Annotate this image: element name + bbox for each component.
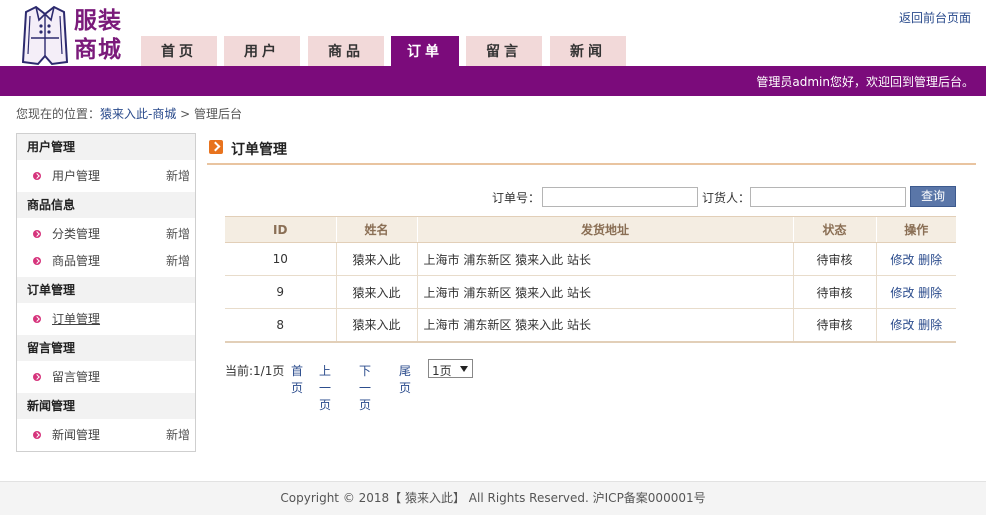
pager-current: 当前:1/1页 (225, 364, 285, 378)
sidebar-group-products: 商品信息 (17, 192, 195, 218)
search-form: 订单号： 订货人： 查询 (207, 185, 976, 209)
bullet-arrow-icon (33, 172, 41, 180)
sidebar-add-news-link[interactable]: 新增 (166, 422, 190, 448)
copyright-text: Copyright © 2018【 猿来入此】 All Rights Reser… (280, 491, 706, 505)
bullet-arrow-icon (33, 315, 41, 323)
cell-actions: 修改 删除 (875, 242, 956, 276)
edit-link[interactable]: 修改 (890, 318, 914, 332)
logo-text-line-2: 商城 (74, 36, 122, 63)
edit-link[interactable]: 修改 (890, 286, 914, 300)
order-no-input[interactable] (542, 187, 698, 207)
nav-tab-news[interactable]: 新闻 (550, 36, 626, 66)
column-header-actions: 操作 (875, 216, 956, 243)
coat-icon (22, 5, 68, 66)
pager-next-link[interactable]: 下一页 (359, 362, 371, 413)
cell-address: 上海市 浦东新区 猿来入此 站长 (416, 275, 793, 309)
sidebar-item-label[interactable]: 用户管理 (52, 163, 100, 189)
sidebar-item-message-manage[interactable]: 留言管理 (17, 364, 195, 390)
bullet-arrow-icon (33, 230, 41, 238)
cell-name: 猿来入此 (335, 275, 417, 309)
order-table: ID 姓名 发货地址 状态 操作 10 猿来入此 上海市 浦东新区 猿来入此 站… (225, 216, 956, 343)
sidebar-item-news-manage[interactable]: 新闻管理 新增 (17, 422, 195, 448)
nav-tab-home[interactable]: 首页 (141, 36, 217, 66)
welcome-text: 管理员admin您好，欢迎回到管理后台。 (756, 75, 974, 89)
nav-tab-users[interactable]: 用户 (224, 36, 300, 66)
edit-link[interactable]: 修改 (890, 253, 914, 267)
sidebar-group-messages: 留言管理 (17, 335, 195, 361)
breadcrumb: 您现在的位置：猿来入此-商城 > 管理后台 (16, 105, 242, 122)
pager-first-link[interactable]: 首页 (291, 362, 303, 396)
header: 服装 商城 首页 用户 商品 订单 留言 新闻 返回前台页面 (0, 0, 986, 66)
column-header-id: ID (225, 216, 336, 243)
logo-text: 服装 商城 (74, 6, 134, 64)
sidebar-add-product-link[interactable]: 新增 (166, 248, 190, 274)
nav-tab-messages[interactable]: 留言 (466, 36, 542, 66)
cell-actions: 修改 删除 (875, 275, 956, 309)
footer: Copyright © 2018【 猿来入此】 All Rights Reser… (0, 481, 986, 515)
column-header-status: 状态 (792, 216, 876, 243)
breadcrumb-separator: > (176, 107, 195, 121)
sidebar-item-label[interactable]: 分类管理 (52, 221, 100, 247)
cell-address: 上海市 浦东新区 猿来入此 站长 (416, 308, 793, 343)
table-header-row: ID 姓名 发货地址 状态 操作 (225, 216, 956, 243)
buyer-label: 订货人： (702, 191, 751, 205)
chevron-down-icon (460, 366, 468, 372)
column-header-name: 姓名 (335, 216, 417, 243)
sidebar-item-label[interactable]: 新闻管理 (52, 422, 100, 448)
nav-tab-products[interactable]: 商品 (308, 36, 384, 66)
sidebar-item-category-manage[interactable]: 分类管理 新增 (17, 221, 195, 247)
sidebar-item-label[interactable]: 留言管理 (52, 364, 100, 390)
cell-status: 待审核 (792, 242, 876, 276)
sidebar-item-product-manage[interactable]: 商品管理 新增 (17, 248, 195, 274)
top-bar: 管理员admin您好，欢迎回到管理后台。 (0, 66, 986, 96)
breadcrumb-prefix: 您现在的位置： (16, 107, 101, 121)
back-to-front-link[interactable]: 返回前台页面 (899, 9, 971, 26)
sidebar: 用户管理 用户管理 新增 商品信息 分类管理 新增 商品管理 新增 订单管理 订… (16, 133, 196, 452)
cell-status: 待审核 (792, 275, 876, 309)
sidebar-group-orders: 订单管理 (17, 277, 195, 303)
table-row: 10 猿来入此 上海市 浦东新区 猿来入此 站长 待审核 修改 删除 (225, 242, 956, 276)
cell-name: 猿来入此 (335, 242, 417, 276)
breadcrumb-current: 管理后台 (194, 107, 243, 121)
cell-id: 10 (225, 242, 336, 276)
sidebar-item-label[interactable]: 商品管理 (52, 248, 100, 274)
delete-link[interactable]: 删除 (918, 318, 942, 332)
logo-text-line-1: 服装 (74, 7, 122, 34)
table-row: 9 猿来入此 上海市 浦东新区 猿来入此 站长 待审核 修改 删除 (225, 275, 956, 309)
page-title: 订单管理 (231, 142, 287, 158)
search-button[interactable]: 查询 (910, 186, 956, 207)
bullet-arrow-icon (33, 431, 41, 439)
pager-last-link[interactable]: 尾页 (399, 362, 411, 396)
sidebar-group-news: 新闻管理 (17, 393, 195, 419)
sidebar-group-users: 用户管理 (17, 134, 195, 160)
pager-prev-link[interactable]: 上一页 (319, 362, 331, 413)
logo[interactable]: 服装 商城 (22, 4, 130, 66)
cell-address: 上海市 浦东新区 猿来入此 站长 (416, 242, 793, 276)
order-no-label: 订单号： (492, 191, 541, 205)
table-row: 8 猿来入此 上海市 浦东新区 猿来入此 站长 待审核 修改 删除 (225, 308, 956, 343)
sidebar-add-category-link[interactable]: 新增 (166, 221, 190, 247)
cell-id: 8 (225, 308, 336, 343)
arrow-right-icon (209, 140, 223, 154)
cell-actions: 修改 删除 (875, 308, 956, 343)
nav-tab-orders[interactable]: 订单 (391, 36, 459, 66)
delete-link[interactable]: 删除 (918, 253, 942, 267)
column-header-address: 发货地址 (416, 216, 793, 243)
bullet-arrow-icon (33, 257, 41, 265)
breadcrumb-site-link[interactable]: 猿来入此-商城 (100, 107, 176, 121)
sidebar-item-user-manage[interactable]: 用户管理 新增 (17, 163, 195, 189)
sidebar-item-order-manage[interactable]: 订单管理 (17, 306, 195, 332)
sidebar-item-label[interactable]: 订单管理 (52, 306, 100, 332)
bullet-arrow-icon (33, 373, 41, 381)
cell-id: 9 (225, 275, 336, 309)
buyer-input[interactable] (750, 187, 906, 207)
cell-status: 待审核 (792, 308, 876, 343)
panel-header: 订单管理 (207, 133, 976, 165)
page-select[interactable]: 1页 (428, 359, 473, 378)
delete-link[interactable]: 删除 (918, 286, 942, 300)
sidebar-add-user-link[interactable]: 新增 (166, 163, 190, 189)
page-select-value: 1页 (432, 364, 452, 378)
cell-name: 猿来入此 (335, 308, 417, 343)
